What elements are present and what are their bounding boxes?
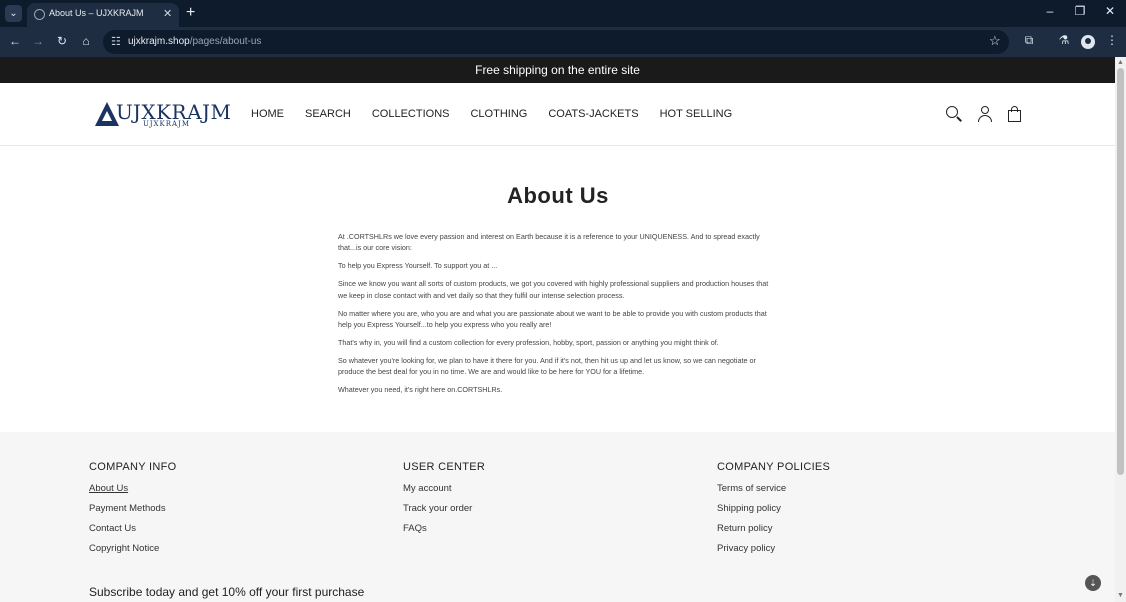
browser-toolbar: ← → ↻ ⌂ ☷ ujxkrajm.shop/pages/about-us ☆… — [0, 27, 1126, 57]
footer-link-about-us[interactable]: About Us — [89, 483, 177, 494]
minimize-icon[interactable]: – — [1040, 4, 1060, 18]
footer-company-policies: COMPANY POLICIES Terms of service Shippi… — [717, 461, 830, 563]
home-icon[interactable]: ⌂ — [78, 34, 94, 48]
about-paragraph: Since we know you want all sorts of cust… — [338, 279, 769, 300]
nav-hot-selling[interactable]: HOT SELLING — [660, 108, 733, 120]
browser-tab-bar: ⌄ About Us – UJXKRAJM ✕ + – ❐ ✕ — [0, 0, 1126, 27]
account-icon[interactable] — [976, 105, 994, 123]
footer-link-terms[interactable]: Terms of service — [717, 483, 830, 494]
close-icon[interactable]: ✕ — [163, 7, 172, 20]
site-footer: COMPANY INFO About Us Payment Methods Co… — [0, 432, 1115, 602]
subscribe-heading: Subscribe today and get 10% off your fir… — [89, 585, 365, 599]
footer-link-copyright-notice[interactable]: Copyright Notice — [89, 543, 177, 554]
announcement-bar: Free shipping on the entire site — [0, 57, 1115, 83]
nav-collections[interactable]: COLLECTIONS — [372, 108, 450, 120]
profile-avatar-icon[interactable] — [1081, 35, 1095, 49]
reload-icon[interactable]: ↻ — [54, 34, 70, 48]
tab-search-dropdown-icon[interactable]: ⌄ — [5, 5, 22, 22]
forward-arrow-icon[interactable]: → — [30, 34, 46, 48]
footer-heading: COMPANY INFO — [89, 461, 177, 473]
about-paragraph: To help you Express Yourself. To support… — [338, 261, 498, 271]
main-navigation: HOME SEARCH COLLECTIONS CLOTHING COATS-J… — [251, 108, 753, 120]
tab-title: About Us – UJXKRAJM — [49, 8, 144, 18]
page-viewport: Free shipping on the entire site UJXKRAJ… — [0, 57, 1115, 602]
footer-link-faqs[interactable]: FAQs — [403, 523, 485, 534]
nav-search[interactable]: SEARCH — [305, 108, 351, 120]
cart-bag-icon[interactable] — [1006, 105, 1024, 123]
site-header: UJXKRAJM UJXKRAJM HOME SEARCH COLLECTION… — [0, 83, 1115, 146]
footer-heading: USER CENTER — [403, 461, 486, 473]
footer-heading: COMPANY POLICIES — [717, 461, 831, 473]
window-close-icon[interactable]: ✕ — [1100, 4, 1120, 18]
search-icon[interactable] — [945, 105, 963, 123]
page-title: About Us — [507, 183, 609, 208]
labs-flask-icon[interactable]: ⚗ — [1056, 33, 1072, 47]
restore-icon[interactable]: ❐ — [1070, 4, 1090, 18]
footer-link-contact-us[interactable]: Contact Us — [89, 523, 177, 534]
footer-link-my-account[interactable]: My account — [403, 483, 485, 494]
footer-link-track-order[interactable]: Track your order — [403, 503, 485, 514]
site-logo[interactable]: UJXKRAJM UJXKRAJM — [95, 100, 231, 128]
about-paragraph: At .CORTSHLRs we love every passion and … — [338, 232, 760, 253]
page-scrollbar[interactable]: ▲ ▼ — [1115, 57, 1126, 602]
scroll-to-top-icon[interactable]: ⇣ — [1085, 575, 1101, 591]
about-content: About Us At .CORTSHLRs we love every pas… — [338, 183, 778, 402]
address-bar[interactable]: ☷ ujxkrajm.shop/pages/about-us ☆ — [103, 30, 1009, 54]
site-info-icon[interactable]: ☷ — [111, 35, 121, 48]
scroll-up-arrow-icon[interactable]: ▲ — [1117, 59, 1124, 66]
nav-home[interactable]: HOME — [251, 108, 284, 120]
nav-clothing[interactable]: CLOTHING — [470, 108, 527, 120]
menu-dots-icon[interactable]: ⋮ — [1104, 33, 1120, 47]
extensions-icon[interactable]: ⧉ — [1021, 33, 1037, 48]
url-text: ujxkrajm.shop/pages/about-us — [128, 36, 262, 47]
browser-tab[interactable]: About Us – UJXKRAJM ✕ — [27, 3, 179, 27]
nav-coats-jackets[interactable]: COATS-JACKETS — [548, 108, 638, 120]
footer-link-payment-methods[interactable]: Payment Methods — [89, 503, 177, 514]
scrollbar-thumb[interactable] — [1117, 68, 1124, 475]
about-paragraph: So whatever you're looking for, we plan … — [338, 355, 756, 377]
globe-icon — [34, 9, 45, 20]
about-paragraph: That's why in, you will find a custom co… — [338, 337, 719, 347]
bookmark-star-icon[interactable]: ☆ — [989, 33, 1001, 49]
about-paragraph: Whatever you need, it's right here on.CO… — [338, 385, 503, 395]
scroll-down-arrow-icon[interactable]: ▼ — [1117, 592, 1124, 599]
new-tab-icon[interactable]: + — [186, 3, 195, 23]
footer-link-return-policy[interactable]: Return policy — [717, 523, 830, 534]
footer-user-center: USER CENTER My account Track your order … — [403, 461, 485, 543]
footer-company-info: COMPANY INFO About Us Payment Methods Co… — [89, 461, 177, 563]
about-paragraph: No matter where you are, who you are and… — [338, 308, 767, 329]
footer-link-shipping-policy[interactable]: Shipping policy — [717, 503, 830, 514]
back-arrow-icon[interactable]: ← — [7, 34, 23, 48]
logo-subtext: UJXKRAJM — [143, 120, 191, 128]
footer-link-privacy-policy[interactable]: Privacy policy — [717, 543, 830, 554]
